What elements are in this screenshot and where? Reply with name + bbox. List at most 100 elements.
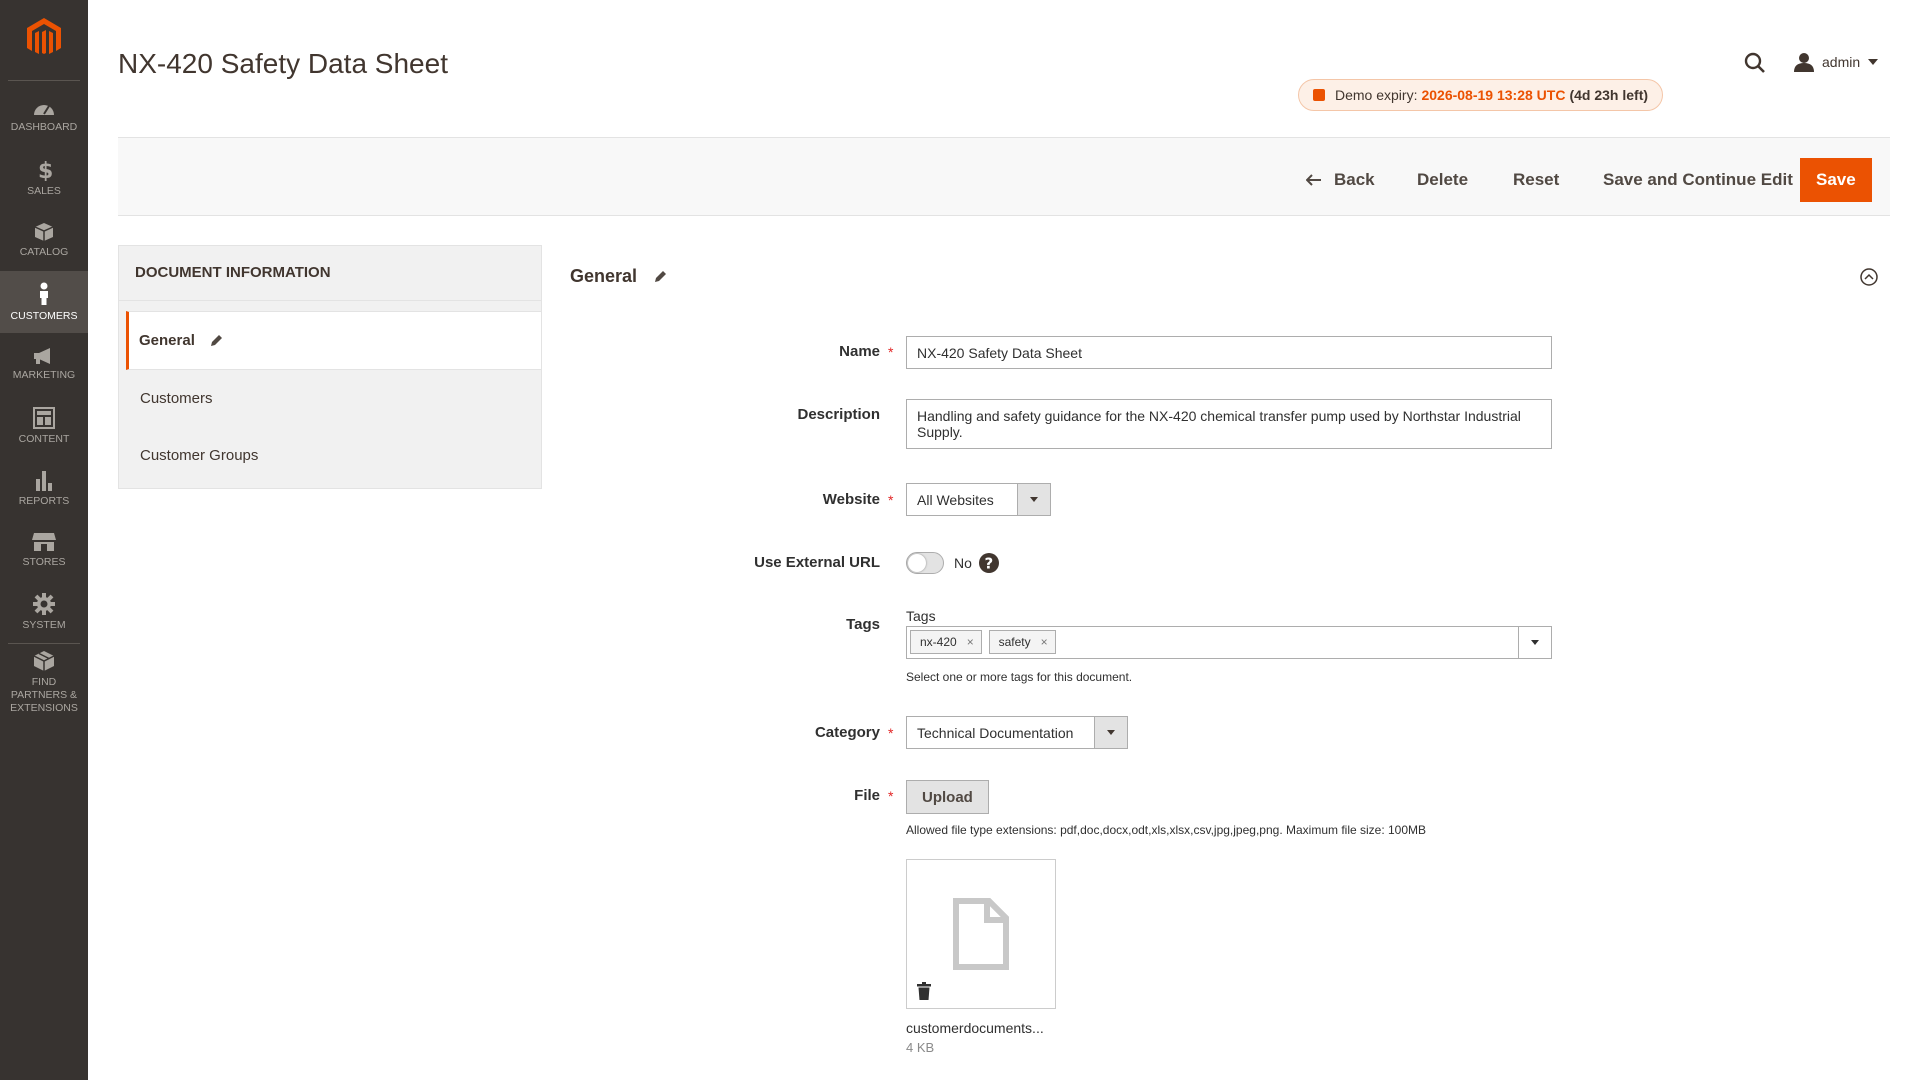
help-button[interactable]: ?: [978, 552, 1000, 579]
magento-logo[interactable]: [0, 0, 88, 76]
admin-sidebar: DASHBOARD $ SALES CATALOG CUSTOMERS MARK…: [0, 0, 88, 1080]
description-textarea[interactable]: Handling and safety guidance for the NX-…: [906, 399, 1552, 449]
megaphone-icon: [34, 347, 50, 364]
category-select[interactable]: Technical Documentation: [906, 716, 1128, 749]
file-preview[interactable]: [906, 859, 1056, 1009]
trash-icon: [917, 982, 931, 1000]
sidebar-item-sales[interactable]: $ SALES: [0, 147, 88, 209]
gear-icon: [33, 592, 55, 615]
back-button[interactable]: Back: [1306, 158, 1375, 202]
global-search-button[interactable]: [1744, 52, 1766, 79]
sidebar-item-label: CUSTOMERS: [10, 309, 78, 322]
magento-logo-icon: [27, 18, 61, 54]
tag-chip-label: nx-420: [920, 635, 957, 649]
demo-status-icon: [1313, 89, 1325, 101]
external-url-value: No: [954, 555, 972, 571]
toggle-knob: [908, 554, 926, 572]
caret-down-icon: [1107, 730, 1115, 735]
sidebar-item-reports[interactable]: REPORTS: [0, 457, 88, 519]
tag-chip: safety ×: [988, 630, 1056, 654]
file-label: File: [854, 787, 880, 804]
sidebar-item-customers[interactable]: CUSTOMERS: [0, 271, 88, 333]
tag-chip-label: safety: [998, 635, 1031, 649]
required-marker: *: [888, 492, 894, 508]
sidebar-item-label: STORES: [22, 555, 66, 568]
arrow-left-icon: [1306, 174, 1321, 186]
tab-label: General: [139, 332, 195, 349]
pencil-icon: [210, 334, 222, 346]
tab-general[interactable]: General: [126, 311, 541, 370]
sidebar-item-catalog[interactable]: CATALOG: [0, 209, 88, 271]
delete-button[interactable]: Delete: [1417, 158, 1468, 202]
sidebar-item-label: REPORTS: [18, 494, 70, 507]
upload-button[interactable]: Upload: [906, 780, 989, 814]
demo-expiry-date: 2026-08-19 13:28 UTC: [1421, 87, 1566, 103]
name-input[interactable]: [906, 336, 1552, 369]
demo-label: Demo expiry:: [1335, 87, 1418, 103]
tab-label: Customers: [140, 390, 213, 407]
sidebar-item-stores[interactable]: STORES: [0, 519, 88, 581]
svg-text:$: $: [38, 159, 52, 181]
tab-customer-groups[interactable]: Customer Groups: [119, 427, 541, 484]
tabs-title: DOCUMENT INFORMATION: [119, 246, 541, 301]
user-icon: [1794, 53, 1814, 72]
remove-tag-button[interactable]: ×: [967, 635, 974, 649]
description-text: Handling and safety guidance for the NX-…: [917, 408, 1521, 440]
file-name[interactable]: customerdocuments...: [906, 1020, 1044, 1036]
admin-username: admin: [1822, 54, 1861, 70]
sidebar-item-dashboard[interactable]: DASHBOARD: [0, 85, 88, 147]
tags-multiselect[interactable]: nx-420 × safety ×: [906, 626, 1552, 659]
section-title-general[interactable]: General: [570, 266, 667, 287]
pencil-icon: [655, 270, 667, 282]
name-label: Name: [839, 343, 880, 360]
page-title: NX-420 Safety Data Sheet: [118, 48, 448, 79]
dollar-icon: $: [38, 159, 52, 181]
save-continue-button[interactable]: Save and Continue Edit: [1603, 158, 1793, 202]
tags-help-text: Select one or more tags for this documen…: [906, 670, 1133, 684]
caret-down-icon: [1868, 59, 1879, 65]
select-arrow[interactable]: [1017, 484, 1050, 515]
tags-dropdown-arrow[interactable]: [1518, 627, 1551, 658]
website-label: Website: [822, 491, 880, 508]
sidebar-item-content[interactable]: CONTENT: [0, 395, 88, 457]
tags-inner-label: Tags: [906, 608, 936, 624]
remove-tag-button[interactable]: ×: [1041, 635, 1048, 649]
help-icon: ?: [979, 553, 999, 573]
sidebar-item-marketing[interactable]: MARKETING: [0, 333, 88, 395]
description-label: Description: [797, 406, 880, 423]
sidebar-divider: [8, 80, 80, 81]
website-select[interactable]: All Websites: [906, 483, 1051, 516]
delete-file-button[interactable]: [917, 982, 931, 1005]
sidebar-item-partners[interactable]: FIND PARTNERS & EXTENSIONS: [8, 643, 80, 720]
tab-customers[interactable]: Customers: [119, 370, 541, 427]
search-icon: [1744, 52, 1765, 73]
cube-icon: [34, 222, 54, 241]
external-url-label: Use External URL: [754, 554, 880, 571]
sidebar-item-system[interactable]: SYSTEM: [0, 581, 88, 643]
external-url-toggle[interactable]: [906, 552, 944, 574]
sidebar-item-label: SYSTEM: [22, 618, 66, 631]
document-information-tabs: DOCUMENT INFORMATION General Customers C…: [118, 245, 542, 489]
website-selected-value: All Websites: [917, 492, 994, 508]
page-actions-bar: Back Delete Reset Save and Continue Edit…: [118, 138, 1890, 216]
svg-text:?: ?: [985, 555, 994, 573]
layout-icon: [33, 406, 55, 429]
tag-chip: nx-420 ×: [910, 630, 982, 654]
select-arrow[interactable]: [1094, 717, 1127, 748]
collapse-section-button[interactable]: [1860, 268, 1878, 291]
file-size: 4 KB: [906, 1040, 935, 1055]
reset-button[interactable]: Reset: [1513, 158, 1559, 202]
save-button[interactable]: Save: [1800, 158, 1872, 202]
sidebar-item-label: CATALOG: [19, 245, 69, 258]
required-marker: *: [888, 788, 894, 804]
section-title-text: General: [570, 266, 638, 286]
category-selected-value: Technical Documentation: [917, 725, 1074, 741]
back-button-label: Back: [1334, 170, 1375, 189]
admin-user-menu[interactable]: admin: [1794, 52, 1879, 72]
boxes-icon: [33, 650, 55, 671]
sidebar-item-label: SALES: [27, 184, 61, 197]
storefront-icon: [32, 532, 56, 551]
person-icon: [40, 282, 48, 305]
tab-label: Customer Groups: [140, 447, 259, 464]
chevron-up-circle-icon: [1860, 268, 1878, 286]
